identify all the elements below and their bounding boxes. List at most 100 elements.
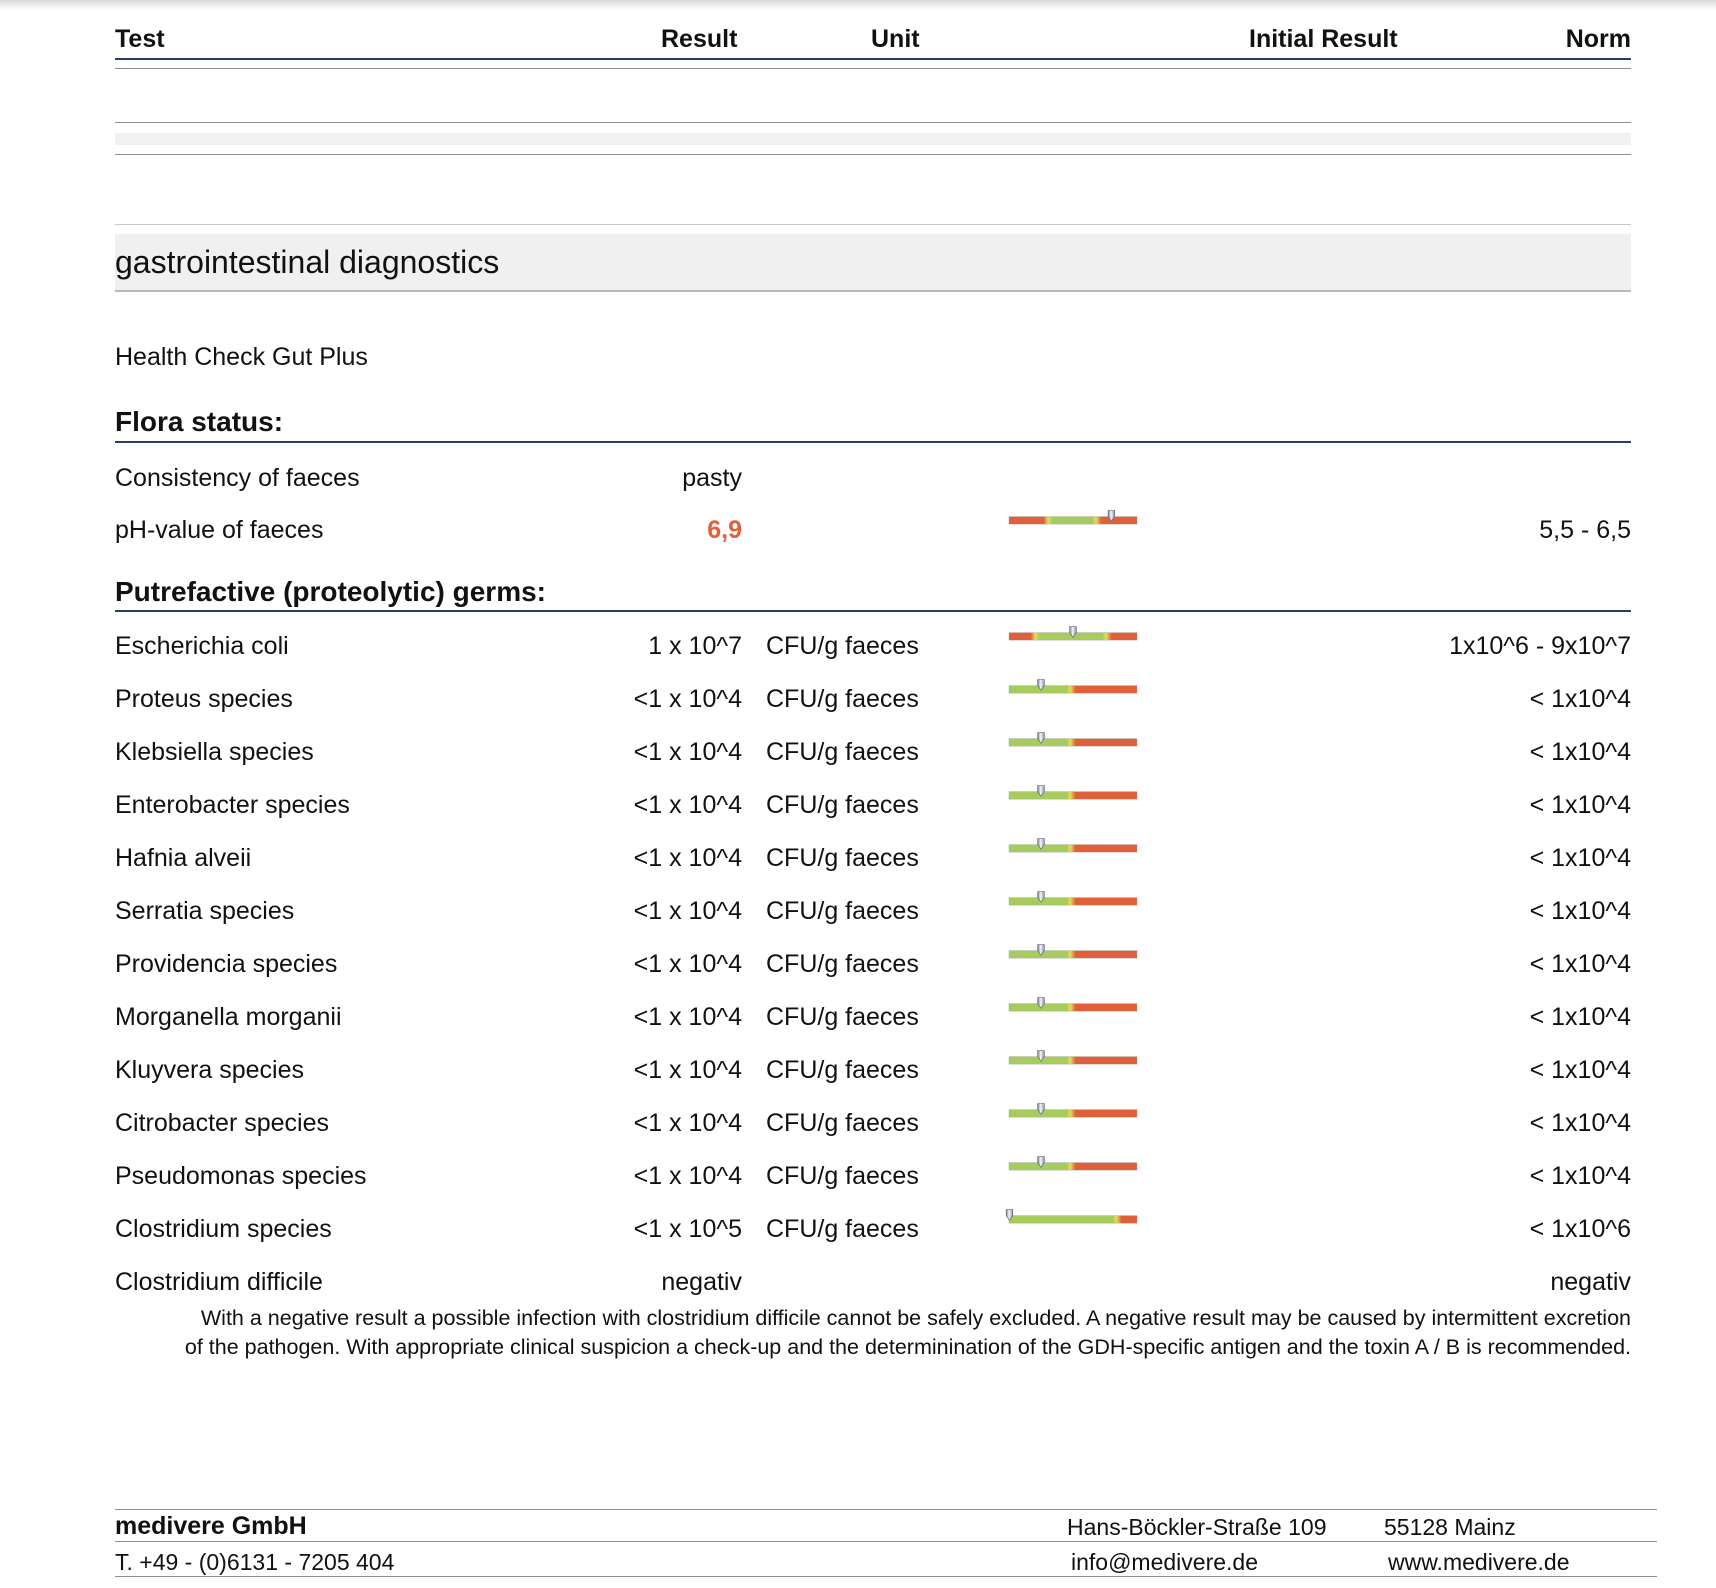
result-row: Citrobacter species <1 x 10^4 CFU/g faeces…	[115, 1103, 1631, 1143]
group-heading-flora: Flora status:	[115, 406, 284, 437]
footer-street: Hans-Böckler-Straße 109	[1067, 1514, 1327, 1540]
top-shadow	[0, 0, 1716, 10]
test-result: <1 x 10^4	[633, 738, 742, 766]
test-name: Consistency of faeces	[115, 464, 360, 492]
result-row: Serratia species <1 x 10^4 CFU/g faeces < 1…	[115, 891, 1631, 931]
result-row: Escherichia coli 1 x 10^7 CFU/g faeces 1x10…	[115, 626, 1631, 666]
footer-phone: T. +49 - (0)6131 - 7205 404	[115, 1549, 395, 1575]
test-name: Proteus species	[115, 685, 293, 713]
test-norm: < 1x10^4	[1529, 1162, 1631, 1190]
section-title: gastrointestinal diagnostics	[115, 244, 500, 280]
gauge-bar	[1008, 897, 1138, 906]
test-name: pH-value of faeces	[115, 516, 324, 544]
footer-company: medivere GmbH	[115, 1512, 307, 1540]
test-unit: CFU/g faeces	[766, 632, 919, 660]
test-unit: CFU/g faeces	[766, 1056, 919, 1084]
test-result: <1 x 10^4	[633, 1056, 742, 1084]
test-norm: < 1x10^4	[1529, 685, 1631, 713]
result-row: Morganella morganii <1 x 10^4 CFU/g faeces…	[115, 997, 1631, 1037]
gauge-bar	[1008, 950, 1138, 959]
footer-email[interactable]: info@medivere.de	[1071, 1549, 1258, 1576]
test-result: pasty	[682, 464, 742, 492]
result-row: Klebsiella species <1 x 10^4 CFU/g faeces <…	[115, 732, 1631, 772]
reference-gauge	[1005, 1209, 1138, 1224]
gauge-bar	[1008, 791, 1138, 800]
test-result: <1 x 10^4	[633, 791, 742, 819]
reference-gauge	[1008, 838, 1138, 853]
header-initial-result: Initial Result	[1249, 25, 1398, 53]
footer-rule	[115, 1509, 1657, 1510]
test-unit: CFU/g faeces	[766, 685, 919, 713]
test-result: <1 x 10^4	[633, 1162, 742, 1190]
gauge-bar	[1008, 738, 1138, 747]
header-test: Test	[115, 25, 165, 53]
test-result: 6,9	[707, 516, 742, 544]
footer-rule	[115, 1576, 1657, 1577]
header-rule-secondary	[115, 68, 1631, 69]
test-name: Enterobacter species	[115, 791, 350, 819]
reference-gauge	[1008, 1103, 1138, 1118]
header-norm: Norm	[1565, 25, 1631, 53]
test-norm: < 1x10^6	[1529, 1215, 1631, 1243]
test-result: <1 x 10^4	[633, 1109, 742, 1137]
test-name: Citrobacter species	[115, 1109, 329, 1137]
test-norm: < 1x10^4	[1529, 897, 1631, 925]
test-name: Hafnia alveii	[115, 844, 252, 872]
test-norm: negativ	[1550, 1268, 1631, 1296]
header-unit: Unit	[871, 25, 920, 53]
test-name: Escherichia coli	[115, 632, 289, 660]
result-row: Clostridium species <1 x 10^5 CFU/g faeces…	[115, 1209, 1631, 1249]
test-unit: CFU/g faeces	[766, 1109, 919, 1137]
test-name: Klebsiella species	[115, 738, 314, 766]
footer-city: 55128 Mainz	[1384, 1514, 1516, 1540]
header-rule	[115, 58, 1631, 60]
clostridium-note: With a negative result a possible infect…	[115, 1304, 1631, 1362]
test-norm: 5,5 - 6,5	[1539, 516, 1631, 544]
result-row: Enterobacter species <1 x 10^4 CFU/g faece…	[115, 785, 1631, 825]
reference-gauge	[1008, 1156, 1138, 1171]
group-heading-putrefactive: Putrefactive (proteolytic) germs:	[115, 576, 546, 607]
divider	[115, 154, 1631, 155]
reference-gauge	[1008, 626, 1138, 641]
reference-gauge	[1008, 732, 1138, 747]
result-row: Kluyvera species <1 x 10^4 CFU/g faeces < 1…	[115, 1050, 1631, 1090]
group-rule	[115, 441, 1631, 443]
test-norm: 1x10^6 - 9x10^7	[1449, 632, 1631, 660]
panel-name: Health Check Gut Plus	[115, 343, 368, 371]
gauge-bar	[1008, 1056, 1138, 1065]
test-unit: CFU/g faeces	[766, 1162, 919, 1190]
test-name: Kluyvera species	[115, 1056, 304, 1084]
group-rule	[115, 610, 1631, 612]
test-norm: < 1x10^4	[1529, 1109, 1631, 1137]
result-row: Clostridium difficile negativ negativ	[115, 1262, 1631, 1302]
test-result: negativ	[661, 1268, 742, 1296]
reference-gauge	[1008, 944, 1138, 959]
result-row: Hafnia alveii <1 x 10^4 CFU/g faeces < 1x10…	[115, 838, 1631, 878]
reference-gauge	[1008, 510, 1138, 525]
test-result: <1 x 10^4	[633, 1003, 742, 1031]
test-unit: CFU/g faeces	[766, 791, 919, 819]
test-name: Pseudomonas species	[115, 1162, 367, 1190]
gauge-bar	[1008, 685, 1138, 694]
gauge-bar	[1008, 1109, 1138, 1118]
test-result: 1 x 10^7	[648, 632, 742, 660]
test-unit: CFU/g faeces	[766, 897, 919, 925]
shaded-strip	[115, 133, 1631, 145]
footer-website[interactable]: www.medivere.de	[1388, 1549, 1570, 1576]
test-unit: CFU/g faeces	[766, 738, 919, 766]
test-unit: CFU/g faeces	[766, 1003, 919, 1031]
gauge-bar	[1008, 1215, 1138, 1224]
note-line: of the pathogen. With appropriate clinic…	[184, 1335, 1631, 1359]
gauge-bar	[1008, 1003, 1138, 1012]
reference-gauge	[1008, 997, 1138, 1012]
reference-gauge	[1008, 891, 1138, 906]
section-header: gastrointestinal diagnostics	[115, 234, 1631, 292]
test-result: <1 x 10^4	[633, 685, 742, 713]
result-row: Providencia species <1 x 10^4 CFU/g faeces…	[115, 944, 1631, 984]
test-result: <1 x 10^4	[633, 950, 742, 978]
test-unit: CFU/g faeces	[766, 844, 919, 872]
footer-rule	[115, 1541, 1657, 1542]
divider	[115, 224, 1631, 225]
test-unit: CFU/g faeces	[766, 950, 919, 978]
test-result: <1 x 10^4	[633, 897, 742, 925]
